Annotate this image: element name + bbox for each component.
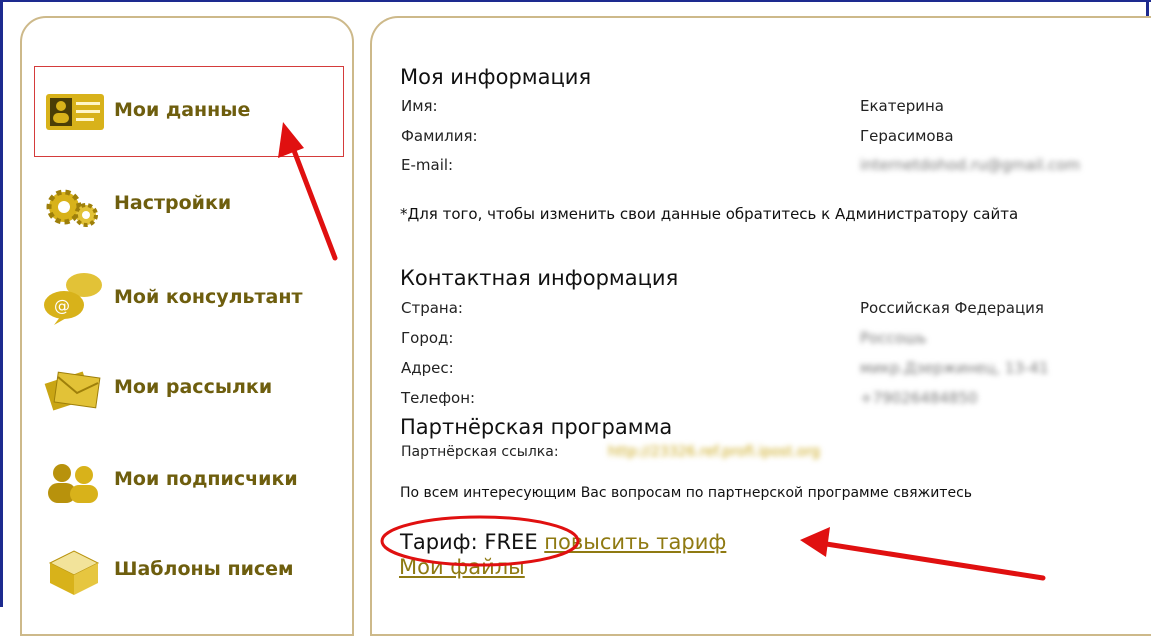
tariff-label: Тариф: FREE xyxy=(400,530,538,554)
field-label-address: Адрес: xyxy=(401,359,454,377)
section-title-partner: Партнёрская программа xyxy=(400,415,673,439)
templates-icon xyxy=(40,539,106,599)
sidebar-item-label: Мой консультант xyxy=(114,286,303,308)
screen-frame-top xyxy=(0,0,1151,2)
field-value-city: Россошь xyxy=(860,329,927,347)
svg-text:@: @ xyxy=(54,296,70,315)
id-card-icon xyxy=(40,80,106,140)
section-title-contact-info: Контактная информация xyxy=(400,266,679,290)
field-label-country: Страна: xyxy=(401,299,463,317)
field-value-name: Екатерина xyxy=(860,97,944,115)
gears-icon xyxy=(40,173,106,233)
field-value-surname: Герасимова xyxy=(860,127,954,145)
my-files-link[interactable]: Мои файлы xyxy=(399,555,525,579)
people-icon xyxy=(40,449,106,509)
partner-contact-note: По всем интересующим Вас вопросам по пар… xyxy=(400,485,973,501)
field-value-country: Российская Федерация xyxy=(860,299,1044,317)
sidebar-item-label: Мои данные xyxy=(114,99,251,121)
sidebar-item-my-data[interactable]: Мои данные xyxy=(40,75,340,145)
sidebar-item-templates[interactable]: Шаблоны писем xyxy=(40,534,340,604)
partner-link-value[interactable]: http://23326.ref.profi.ipost.org xyxy=(608,444,820,460)
sidebar-item-settings[interactable]: Настройки xyxy=(40,168,340,238)
field-label-name: Имя: xyxy=(401,97,438,115)
tariff-line: Тариф: FREE повысить тариф xyxy=(400,530,726,554)
field-label-email: E-mail: xyxy=(401,156,454,174)
sidebar-item-label: Настройки xyxy=(114,192,232,214)
field-label-phone: Телефон: xyxy=(401,389,476,407)
sidebar-item-consultant[interactable]: @ Мой консультант xyxy=(40,262,340,332)
screen-frame-left xyxy=(0,0,3,607)
edit-data-note: *Для того, чтобы изменить свои данные об… xyxy=(400,205,1019,223)
field-label-city: Город: xyxy=(401,329,454,347)
field-label-surname: Фамилия: xyxy=(401,127,478,145)
field-value-email: internetdohod.ru@gmail.com xyxy=(860,156,1081,174)
sidebar-item-label: Мои подписчики xyxy=(114,468,298,490)
chat-bubbles-icon: @ xyxy=(40,267,106,327)
section-title-my-info: Моя информация xyxy=(400,65,592,89)
sidebar-item-mailings[interactable]: Мои рассылки xyxy=(40,352,340,422)
field-value-address: микр.Дзержинец, 13-41 xyxy=(860,359,1049,377)
sidebar-item-label: Шаблоны писем xyxy=(114,558,294,580)
sidebar-item-subscribers[interactable]: Мои подписчики xyxy=(40,444,340,514)
field-value-phone: +79026484850 xyxy=(860,389,978,407)
partner-link-label: Партнёрская ссылка: xyxy=(401,444,559,460)
upgrade-tariff-link[interactable]: повысить тариф xyxy=(544,530,726,554)
envelopes-icon xyxy=(40,357,106,417)
sidebar-item-label: Мои рассылки xyxy=(114,376,273,398)
